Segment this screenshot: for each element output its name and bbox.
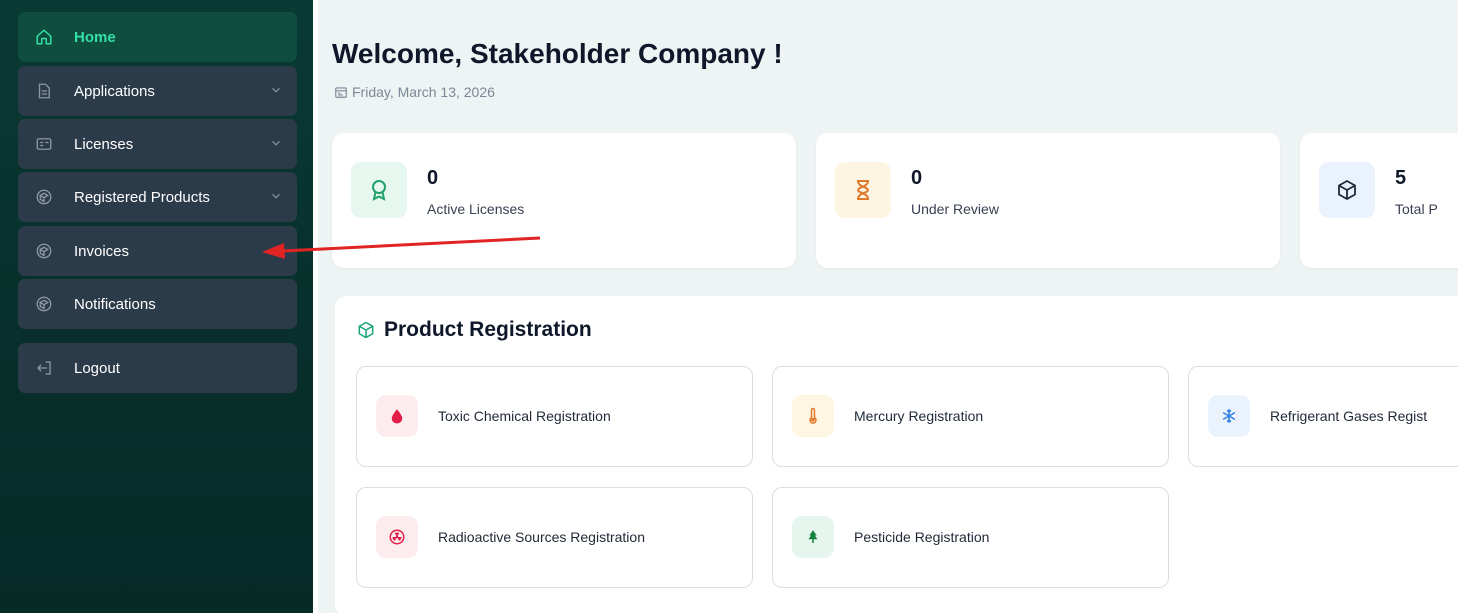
section-title: Product Registration bbox=[356, 318, 592, 342]
stat-card-active-licenses: 0 Active Licenses bbox=[332, 133, 796, 268]
chevron-down-icon bbox=[272, 193, 280, 199]
document-icon bbox=[34, 81, 54, 101]
award-icon bbox=[351, 162, 407, 218]
id-card-icon bbox=[34, 134, 54, 154]
toxic-chemical-registration-card[interactable]: Toxic Chemical Registration bbox=[356, 366, 753, 467]
stat-card-total-products: 5 Total P bbox=[1300, 133, 1458, 268]
stat-label: Total P bbox=[1395, 201, 1438, 217]
date-text: Friday, March 13, 2026 bbox=[352, 84, 495, 100]
sidebar-item-label: Licenses bbox=[74, 135, 134, 153]
sidebar-item-applications[interactable]: Applications bbox=[18, 66, 297, 116]
card-label: Pesticide Registration bbox=[854, 529, 990, 545]
sidebar-item-registered-products[interactable]: Registered Products bbox=[18, 172, 297, 222]
section-title-text: Product Registration bbox=[384, 318, 592, 341]
droplet-icon bbox=[376, 395, 418, 437]
stat-value: 0 bbox=[427, 167, 439, 189]
stat-label: Active Licenses bbox=[427, 201, 525, 217]
sidebar-item-home[interactable]: Home bbox=[18, 12, 297, 62]
package-icon bbox=[358, 321, 374, 339]
main-content: Welcome, Stakeholder Company ! Friday, M… bbox=[313, 0, 1458, 613]
product-registration-section: Product Registration Toxic Chemical Regi… bbox=[335, 296, 1458, 613]
sidebar-item-label: Notifications bbox=[74, 295, 156, 313]
chevron-down-icon bbox=[272, 140, 280, 146]
mercury-registration-card[interactable]: Mercury Registration bbox=[772, 366, 1169, 467]
sidebar-item-notifications[interactable]: Notifications bbox=[18, 279, 297, 329]
stat-value: 0 bbox=[911, 167, 923, 189]
sidebar-item-label: Applications bbox=[74, 82, 155, 100]
radioactive-sources-registration-card[interactable]: Radioactive Sources Registration bbox=[356, 487, 753, 588]
card-label: Mercury Registration bbox=[854, 408, 984, 424]
page-title: Welcome, Stakeholder Company ! bbox=[332, 38, 783, 69]
logout-icon bbox=[34, 358, 54, 378]
box-icon bbox=[34, 241, 54, 261]
thermometer-icon bbox=[792, 395, 834, 437]
logout-label: Logout bbox=[74, 359, 120, 377]
refrigerant-gases-registration-card[interactable]: Refrigerant Gases Regist bbox=[1188, 366, 1458, 467]
card-label: Toxic Chemical Registration bbox=[438, 408, 611, 424]
sidebar: Home Applications Licenses Registered Pr… bbox=[0, 0, 313, 613]
hourglass-icon bbox=[835, 162, 891, 218]
stat-label: Under Review bbox=[911, 201, 999, 217]
sidebar-item-invoices[interactable]: Invoices bbox=[18, 226, 297, 276]
logout-button[interactable]: Logout bbox=[18, 343, 297, 393]
sidebar-item-licenses[interactable]: Licenses bbox=[18, 119, 297, 169]
card-label: Radioactive Sources Registration bbox=[438, 529, 645, 545]
date-display: Friday, March 13, 2026 bbox=[334, 84, 495, 100]
box-icon bbox=[34, 187, 54, 207]
stat-value: 5 bbox=[1395, 167, 1407, 189]
sidebar-item-label: Home bbox=[74, 28, 116, 46]
box-icon bbox=[34, 294, 54, 314]
stat-card-under-review: 0 Under Review bbox=[816, 133, 1280, 268]
chevron-down-icon bbox=[272, 87, 280, 93]
sidebar-item-label: Invoices bbox=[74, 242, 130, 260]
card-label: Refrigerant Gases Regist bbox=[1270, 408, 1428, 424]
sidebar-item-label: Registered Products bbox=[74, 188, 210, 206]
pesticide-registration-card[interactable]: Pesticide Registration bbox=[772, 487, 1169, 588]
home-icon bbox=[34, 27, 54, 47]
calendar-icon bbox=[335, 87, 347, 98]
snowflake-icon bbox=[1208, 395, 1250, 437]
package-icon bbox=[1319, 162, 1375, 218]
radiation-icon bbox=[376, 516, 418, 558]
tree-icon bbox=[792, 516, 834, 558]
